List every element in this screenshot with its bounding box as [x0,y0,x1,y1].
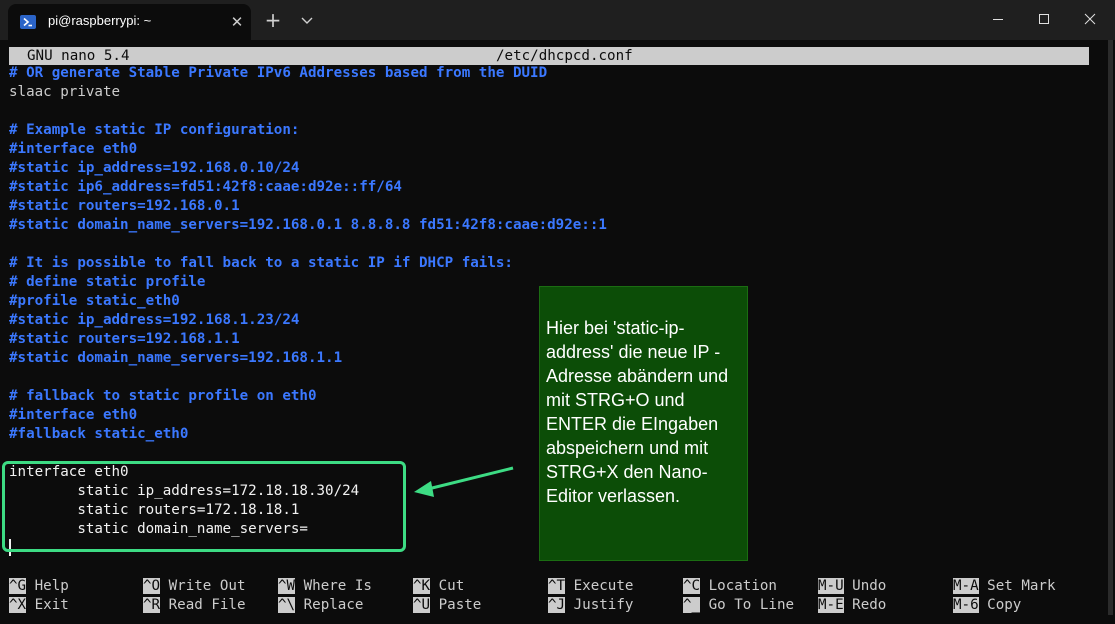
file-line: # fallback to static profile on eth0 [9,388,317,404]
minimize-icon[interactable] [975,0,1021,40]
tab-title: pi@raspberrypi: ~ [48,13,152,28]
file-line: #fallback static_eth0 [9,426,189,442]
shortcut-label: Paste [438,597,482,613]
powershell-icon [20,15,36,29]
file-line: #static routers=192.168.1.1 [9,331,240,347]
shortcut-key: ^C [683,578,701,594]
file-line: #profile static_eth0 [9,293,180,309]
shortcut-item: ^O Write Out [143,577,246,596]
file-line: # It is possible to fall back to a stati… [9,255,513,271]
shortcut-label: Go To Line [708,597,795,613]
shortcut-label: Redo [852,597,887,613]
shortcut-label: Write Out [168,578,246,594]
shortcut-item: ^T Execute [548,577,633,596]
file-line: #interface eth0 [9,141,138,157]
shortcut-key: ^O [143,578,161,594]
shortcut-key: ^K [413,578,431,594]
file-line: # OR generate Stable Private IPv6 Addres… [9,65,548,81]
shortcut-key: M-6 [953,597,979,613]
shortcut-item: ^R Read File [143,596,246,615]
window-titlebar: pi@raspberrypi: ~ ✕ + [0,0,1115,40]
shortcut-key: ^W [278,578,296,594]
shortcut-key: M-E [818,597,844,613]
shortcut-label: Undo [852,578,887,594]
file-line: #static ip_address=192.168.1.23/24 [9,312,300,328]
shortcut-item: ^G Help [9,577,69,596]
shortcut-key: ^G [9,578,27,594]
maximize-icon[interactable] [1021,0,1067,40]
file-line: slaac private [9,84,121,100]
shortcut-item: ^C Location [683,577,777,596]
shortcut-item: ^U Paste [413,596,481,615]
shortcut-item: ^_ Go To Line [683,596,794,615]
nano-header-bar: GNU nano 5.4 /etc/dhcpcd.conf [9,47,1089,65]
close-icon[interactable]: ✕ [226,11,248,33]
shortcut-label: Justify [573,597,634,613]
annotation-note: Hier bei 'static-ip-address' die neue IP… [539,286,748,561]
shortcut-item: ^\ Replace [278,596,363,615]
file-line: #static ip6_address=fd51:42f8:caae:d92e:… [9,179,402,195]
shortcut-label: Execute [573,578,634,594]
shortcut-item: M-A Set Mark [953,577,1056,596]
file-line: # define static profile [9,274,206,290]
shortcut-label: Location [708,578,777,594]
nano-filename: /etc/dhcpcd.conf [496,48,633,64]
shortcut-key: ^X [9,597,27,613]
shortcut-item: M-6 Copy [953,596,1021,615]
shortcut-label: Set Mark [987,578,1056,594]
shortcut-key: M-U [818,578,844,594]
file-line: #interface eth0 [9,407,138,423]
file-line: #static domain_name_servers=192.168.1.1 [9,350,343,366]
shortcut-key: ^J [548,597,566,613]
shortcut-key: ^R [143,597,161,613]
shortcut-key: M-A [953,578,979,594]
plus-icon[interactable]: + [262,8,284,32]
shortcut-key: ^_ [683,597,701,613]
file-line: #static ip_address=192.168.0.10/24 [9,160,300,176]
shortcut-label: Copy [987,597,1022,613]
shortcut-item: M-U Undo [818,577,886,596]
terminal-tab[interactable]: pi@raspberrypi: ~ ✕ [8,4,251,40]
file-line: # Example static IP configuration: [9,122,300,138]
nano-version: GNU nano 5.4 [27,48,130,64]
file-line: #static routers=192.168.0.1 [9,198,240,214]
scrollbar[interactable] [1108,40,1113,615]
shortcut-key: ^\ [278,597,296,613]
shortcut-item: ^X Exit [9,596,69,615]
shortcut-item: M-E Redo [818,596,886,615]
shortcut-label: Exit [34,597,69,613]
file-line: #static domain_name_servers=192.168.0.1 … [9,217,607,233]
shortcut-label: Replace [303,597,364,613]
annotation-text: Hier bei 'static-ip-address' die neue IP… [546,318,729,506]
shortcut-label: Read File [168,597,246,613]
shortcut-label: Where Is [303,578,372,594]
shortcut-key: ^T [548,578,566,594]
shortcut-item: ^W Where Is [278,577,372,596]
close-window-icon[interactable] [1067,0,1113,40]
shortcut-item: ^K Cut [413,577,464,596]
shortcut-item: ^J Justify [548,596,633,615]
shortcut-key: ^U [413,597,431,613]
shortcut-label: Cut [438,578,465,594]
highlight-box [2,461,406,552]
shortcut-label: Help [34,578,69,594]
chevron-down-icon[interactable] [296,8,318,32]
